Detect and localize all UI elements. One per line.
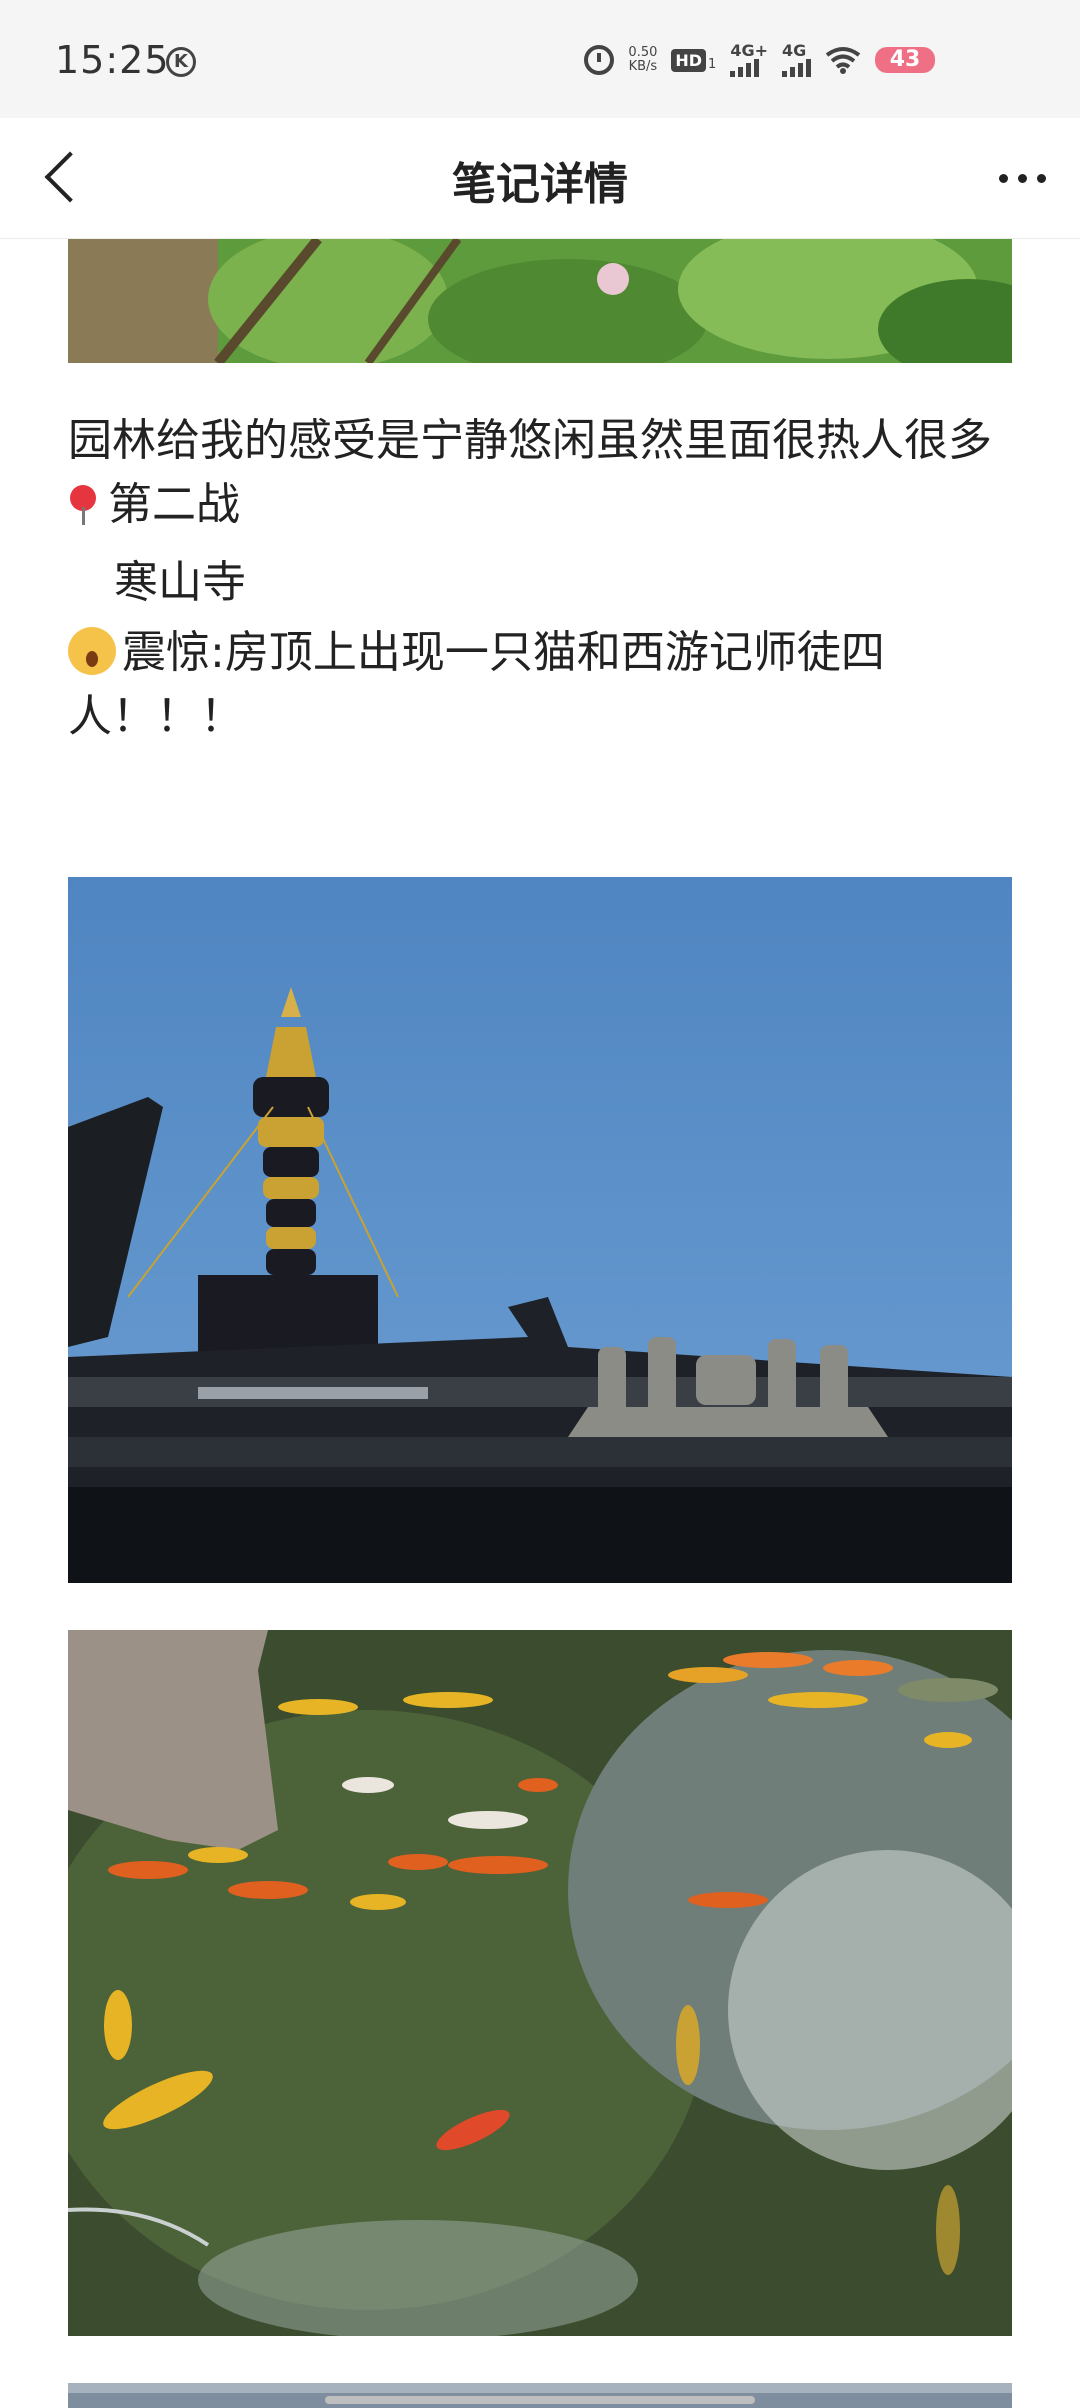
lotus-photo-image	[68, 239, 1012, 363]
hd-icon: HD	[671, 48, 707, 72]
signal-4g-label: 4G	[782, 41, 807, 60]
more-dot-icon	[998, 173, 1008, 183]
pin-line: 第二战	[68, 473, 1012, 537]
page-title: 笔记详情	[452, 159, 628, 210]
lotus-photo[interactable]	[68, 239, 1012, 363]
status-bar: 15:25 K 0.50 KB/s HD 1 4G+ 4G 43	[0, 0, 1080, 118]
note-text: 园林给我的感受是宁静悠闲虽然里面很热人很多 第二战 寒山寺 震惊:房顶上出现一只…	[68, 409, 1012, 749]
signal-4g-plus: 4G+	[730, 43, 768, 77]
status-icons: 0.50 KB/s HD 1 4G+ 4G 43	[584, 42, 935, 78]
koi-pond-photo[interactable]	[68, 1630, 1012, 2336]
pin-icon	[68, 483, 98, 525]
net-speed: 0.50 KB/s	[628, 46, 657, 74]
k-icon: K	[166, 47, 196, 77]
hd-badge: HD 1	[671, 48, 717, 72]
temple-roof-photo-image	[68, 877, 1012, 1583]
pin-line-text: 第二战	[108, 479, 240, 530]
more-dot-icon	[1036, 173, 1046, 183]
home-indicator[interactable]	[325, 2396, 755, 2404]
shock-line-text: 震惊:房顶上出现一只猫和西游记师徒四人！！！	[68, 627, 885, 742]
koi-pond-photo-image	[68, 1630, 1012, 2336]
paragraph-garden: 园林给我的感受是宁静悠闲虽然里面很热人很多	[68, 415, 992, 466]
more-options-button[interactable]	[992, 158, 1052, 198]
signal-4g-plus-label: 4G+	[730, 41, 768, 60]
net-speed-unit: KB/s	[628, 59, 658, 74]
alarm-icon	[584, 45, 615, 75]
wifi-icon	[825, 47, 861, 74]
nav-bar: 笔记详情	[0, 118, 1080, 239]
location-line: 寒山寺	[114, 557, 246, 608]
more-dot-icon	[1017, 173, 1027, 183]
signal-bars-icon	[730, 59, 760, 77]
shock-line: 震惊:房顶上出现一只猫和西游记师徒四人！！！	[68, 621, 1012, 749]
signal-4g: 4G	[782, 43, 811, 77]
hd-sub: 1	[708, 56, 717, 72]
status-time: 15:25	[55, 38, 170, 82]
temple-roof-photo[interactable]	[68, 877, 1012, 1583]
net-speed-value: 0.50	[628, 45, 658, 60]
battery-icon: 43	[875, 47, 935, 73]
shocked-face-icon	[68, 627, 116, 675]
signal-bars-icon	[782, 59, 811, 77]
